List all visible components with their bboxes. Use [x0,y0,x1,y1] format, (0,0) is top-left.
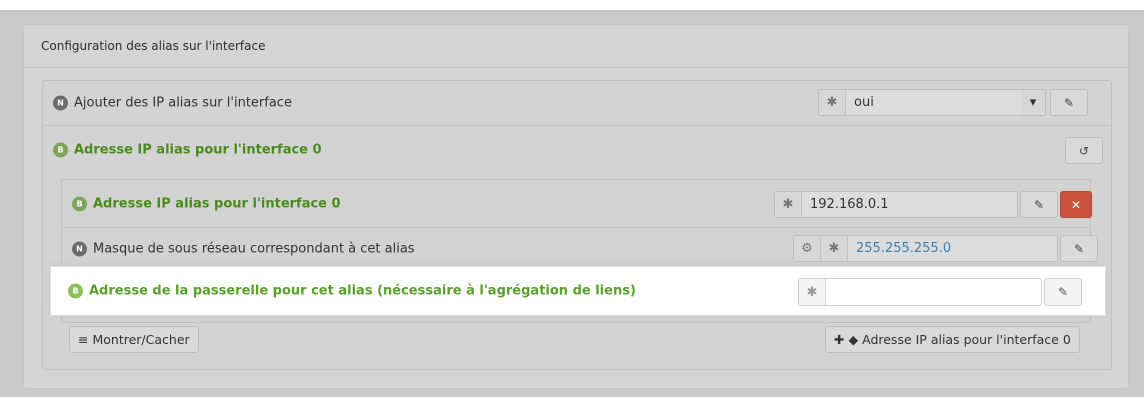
close-icon: ✕ [1070,197,1082,212]
panel-title: Configuration des alias sur l'interface [41,39,266,53]
add-alias-text: Ajouter des IP alias sur l'interface [74,95,292,111]
badge-icon: B [72,196,87,211]
tag-icon: ◆ [848,332,859,347]
panel-divider [24,67,1128,68]
row-add-alias: N Ajouter des IP alias sur l'interface ✱… [43,81,1111,126]
add-alias-value[interactable]: oui [846,90,1021,115]
add-alias-ip-label: Adresse IP alias pour l'interface 0 [862,332,1071,347]
row-gateway: B Adresse de la passerelle pour cet alia… [50,266,1106,316]
remove-alias-button[interactable]: ✕ [1060,191,1092,218]
alias-ip-edit-button[interactable]: ✎ [1020,191,1058,218]
row-netmask: N Masque de sous réseau correspondant à … [62,228,1098,270]
required-icon: ✱ [775,192,802,217]
gateway-input[interactable] [826,279,1041,305]
edit-icon: ✎ [1057,285,1069,299]
add-alias-ip-button[interactable]: ✚ ◆ Adresse IP alias pour l'interface 0 [825,326,1080,353]
add-alias-label: N Ajouter des IP alias sur l'interface [53,95,292,111]
badge-icon: B [68,283,83,299]
required-icon: ✱ [819,90,846,115]
alias-group-text: Adresse IP alias pour l'interface 0 [74,142,322,158]
alias-ip-input[interactable]: 192.168.0.1 [802,192,1017,217]
edit-icon: ✎ [1073,241,1085,256]
row-alias-group-header: B Adresse IP alias pour l'interface 0 ↺ [43,126,1111,174]
gateway-label: B Adresse de la passerelle pour cet alia… [68,283,636,299]
chevron-down-icon[interactable]: ▾ [1021,90,1045,115]
alias-group: N Ajouter des IP alias sur l'interface ✱… [42,80,1112,370]
badge-icon: B [53,142,68,158]
top-strip [0,0,1144,10]
required-icon: ✱ [821,236,848,261]
reset-icon: ↺ [1078,143,1090,158]
gateway-edit-button[interactable]: ✎ [1044,278,1082,306]
alias-ip-label: B Adresse IP alias pour l'interface 0 [72,196,341,211]
show-hide-label: Montrer/Cacher [92,332,190,347]
reset-button[interactable]: ↺ [1065,137,1103,164]
edit-icon: ✎ [1033,197,1045,212]
gear-icon: ⚙ [794,236,821,261]
show-hide-button[interactable]: ≡ Montrer/Cacher [69,326,199,353]
gateway-text: Adresse de la passerelle pour cet alias … [89,283,636,299]
alias-config-panel: Configuration des alias sur l'interface … [23,24,1129,389]
plus-icon: ✚ [834,332,845,347]
badge-icon: N [72,241,87,256]
required-icon: ✱ [799,279,826,305]
netmask-label: N Masque de sous réseau correspondant à … [72,241,415,256]
badge-icon: N [53,95,68,111]
add-alias-select[interactable]: ✱ oui ▾ [818,89,1046,116]
gateway-field[interactable]: ✱ [798,278,1042,306]
alias-ip-text: Adresse IP alias pour l'interface 0 [93,196,341,211]
add-alias-edit-button[interactable]: ✎ [1050,89,1088,116]
netmask-input[interactable]: 255.255.255.0 [848,236,1057,261]
alias-group-label: B Adresse IP alias pour l'interface 0 [53,142,322,158]
alias-ip-field[interactable]: ✱ 192.168.0.1 [774,191,1018,218]
netmask-text: Masque de sous réseau correspondant à ce… [93,241,415,256]
edit-icon: ✎ [1063,95,1075,110]
row-alias-ip: B Adresse IP alias pour l'interface 0 ✱ … [62,180,1092,228]
netmask-edit-button[interactable]: ✎ [1060,235,1098,262]
netmask-field[interactable]: ⚙ ✱ 255.255.255.0 [793,235,1058,262]
menu-icon: ≡ [78,332,89,347]
